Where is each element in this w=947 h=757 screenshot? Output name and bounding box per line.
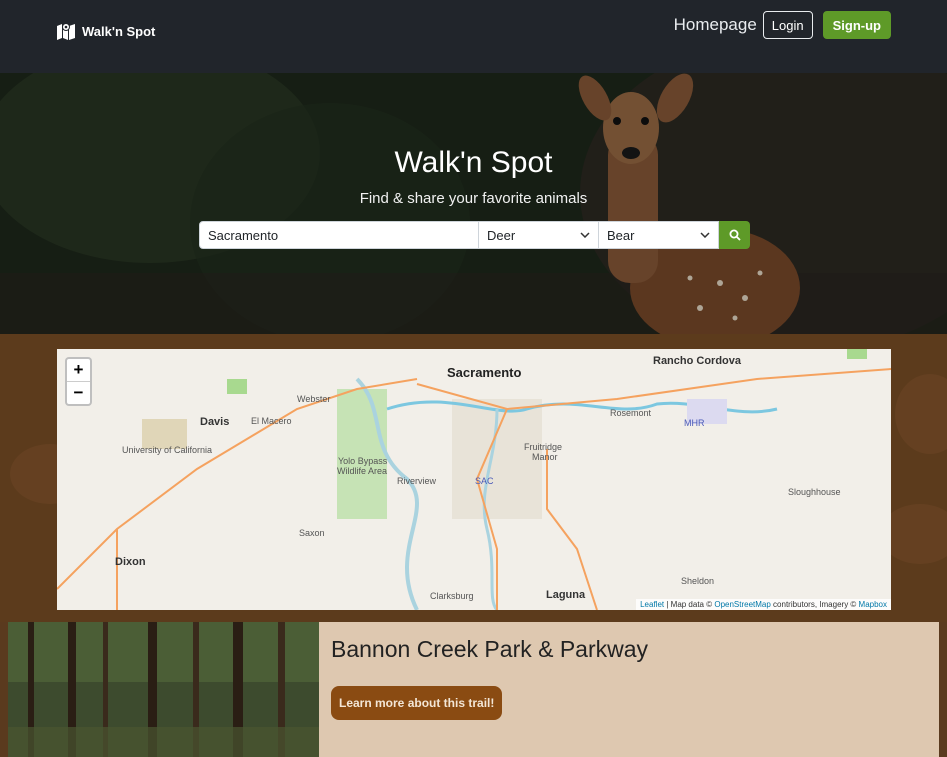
map-label-yolo-2: Wildlife Area <box>337 466 388 476</box>
map-label-sloughhouse: Sloughhouse <box>788 487 841 497</box>
map-label-el-macero: El Macero <box>251 416 292 426</box>
animal-select-2-value: Bear <box>607 227 635 243</box>
map-label-manor: Manor <box>532 452 558 462</box>
osm-link[interactable]: OpenStreetMap <box>714 600 770 609</box>
map-label-rancho-cordova: Rancho Cordova <box>653 355 742 367</box>
trail-title: Bannon Creek Park & Parkway <box>331 636 649 662</box>
trail-image <box>8 622 319 757</box>
map-label-fruitridge: Fruitridge <box>524 442 563 452</box>
map-label-sacramento: Sacramento <box>447 365 522 380</box>
brand-logo[interactable]: Walk'n Spot <box>56 22 155 40</box>
map-label-webster: Webster <box>297 394 331 404</box>
zoom-out-button[interactable]: − <box>67 382 90 404</box>
search-bar: Deer Bear <box>199 221 750 249</box>
map-view[interactable]: Sacramento Rancho Cordova Davis El Macer… <box>57 349 891 610</box>
attribution-text-2: contributors, Imagery © <box>770 600 859 609</box>
attribution-text-1: | Map data © <box>664 600 715 609</box>
map-icon <box>57 23 75 40</box>
zoom-in-button[interactable]: + <box>67 359 90 382</box>
search-icon <box>729 229 741 241</box>
chevron-down-icon <box>700 232 710 238</box>
mapbox-link[interactable]: Mapbox <box>859 600 887 609</box>
homepage-link[interactable]: Homepage <box>674 15 757 35</box>
map-label-sac: SAC <box>475 476 494 486</box>
hero-section: Walk'n Spot Find & share your favorite a… <box>0 73 947 334</box>
map-label-dixon: Dixon <box>115 556 146 568</box>
map-tiles <box>57 349 891 610</box>
map-label-rosemont: Rosemont <box>610 408 652 418</box>
forest-image <box>8 622 319 757</box>
nav-links: Homepage Login Sign-up <box>674 11 891 39</box>
hero-subtitle: Find & share your favorite animals <box>359 190 588 207</box>
map-label-riverview: Riverview <box>397 476 437 486</box>
animal-select-2[interactable]: Bear <box>599 221 719 249</box>
trail-card: Bannon Creek Park & Parkway Learn more a… <box>8 622 939 757</box>
leaflet-link[interactable]: Leaflet <box>640 600 664 609</box>
animal-select-1[interactable]: Deer <box>479 221 599 249</box>
map-label-university: University of California <box>122 445 213 455</box>
map-section: Sacramento Rancho Cordova Davis El Macer… <box>0 334 947 622</box>
map-label-davis: Davis <box>200 416 230 428</box>
location-input[interactable] <box>199 221 479 249</box>
brand-name: Walk'n Spot <box>82 23 156 39</box>
map-label-laguna: Laguna <box>546 589 586 601</box>
map-label-sheldon: Sheldon <box>681 576 715 586</box>
map-label-clarksburg: Clarksburg <box>430 591 474 601</box>
map-label-mhr: MHR <box>684 418 705 428</box>
login-button[interactable]: Login <box>762 11 813 39</box>
zoom-control: + − <box>65 357 92 406</box>
navbar: Walk'n Spot Homepage Login Sign-up <box>0 0 947 73</box>
learn-more-button[interactable]: Learn more about this trail! <box>331 686 503 720</box>
signup-button[interactable]: Sign-up <box>822 11 891 39</box>
animal-select-1-value: Deer <box>487 227 516 243</box>
hero-title: Walk'n Spot <box>394 146 553 179</box>
map-label-yolo: Yolo Bypass <box>338 456 388 466</box>
map-attribution: Leaflet | Map data © OpenStreetMap contr… <box>636 599 891 610</box>
search-button[interactable] <box>719 221 750 249</box>
chevron-down-icon <box>580 232 590 238</box>
map-label-saxon: Saxon <box>299 528 325 538</box>
